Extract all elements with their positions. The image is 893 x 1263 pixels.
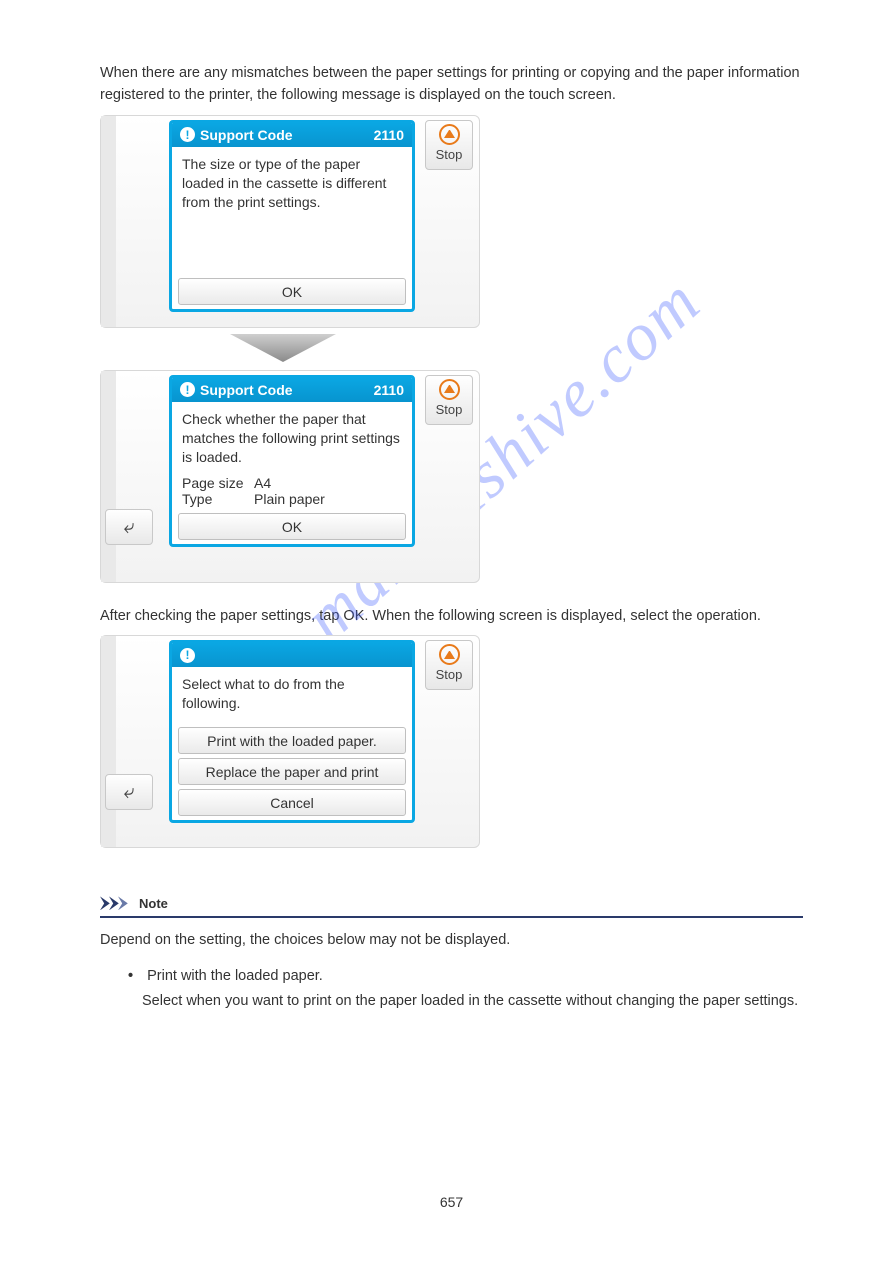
option-heading-text: Print with the loaded paper. bbox=[147, 968, 323, 984]
alert-icon: ! bbox=[180, 127, 195, 142]
intro-text: When there are any mismatches between th… bbox=[100, 62, 803, 107]
stop-label: Stop bbox=[436, 402, 463, 417]
alert-icon: ! bbox=[180, 648, 195, 663]
modal-title-text: Support Code bbox=[200, 378, 293, 402]
stop-icon bbox=[439, 124, 460, 145]
screen-left-band bbox=[101, 116, 116, 327]
down-arrow-icon bbox=[230, 334, 350, 364]
back-button[interactable]: ⤶ bbox=[105, 774, 153, 810]
stop-label: Stop bbox=[436, 667, 463, 682]
option-cancel[interactable]: Cancel bbox=[178, 789, 406, 816]
modal-panel: ! Support Code 2110 Check whether the pa… bbox=[169, 375, 415, 547]
info-row: Page size A4 bbox=[182, 475, 402, 491]
ok-button[interactable]: OK bbox=[178, 278, 406, 305]
screen-left-band bbox=[101, 371, 116, 582]
modal-message: Check whether the paper that matches the… bbox=[172, 402, 412, 473]
printer-screen-1: ! Support Code 2110 The size or type of … bbox=[100, 115, 480, 328]
info-value: Plain paper bbox=[254, 491, 325, 507]
ok-button[interactable]: OK bbox=[178, 513, 406, 540]
screen-left-band bbox=[101, 636, 116, 847]
note-label: Note bbox=[139, 896, 168, 911]
back-button[interactable]: ⤶ bbox=[105, 509, 153, 545]
option-description: Select when you want to print on the pap… bbox=[142, 990, 803, 1013]
info-value: A4 bbox=[254, 475, 271, 491]
note-rule bbox=[100, 916, 803, 918]
stop-label: Stop bbox=[436, 147, 463, 162]
modal-title-text: Support Code bbox=[200, 123, 293, 147]
modal-message: Select what to do from the following. bbox=[172, 667, 412, 719]
mid-instruction: After checking the paper settings, tap O… bbox=[100, 605, 803, 627]
bullet-icon: • bbox=[128, 968, 133, 984]
support-code: 2110 bbox=[374, 123, 404, 147]
stop-icon bbox=[439, 379, 460, 400]
info-row: Type Plain paper bbox=[182, 491, 402, 507]
modal-title-bar: ! bbox=[172, 643, 412, 667]
info-key: Type bbox=[182, 491, 254, 507]
note-block: Note Depend on the setting, the choices … bbox=[100, 894, 803, 948]
printer-screen-3: ! Select what to do from the following. … bbox=[100, 635, 480, 848]
option-heading: • Print with the loaded paper. bbox=[128, 968, 803, 984]
stop-button[interactable]: Stop bbox=[425, 120, 473, 170]
option-replace-print[interactable]: Replace the paper and print bbox=[178, 758, 406, 785]
stop-icon bbox=[439, 644, 460, 665]
modal-title-bar: ! Support Code 2110 bbox=[172, 123, 412, 147]
page-number: 657 bbox=[100, 1194, 803, 1210]
modal-panel: ! Select what to do from the following. … bbox=[169, 640, 415, 823]
note-chevrons-icon: Note bbox=[100, 894, 803, 912]
option-print-loaded[interactable]: Print with the loaded paper. bbox=[178, 727, 406, 754]
modal-info-block: Page size A4 Type Plain paper bbox=[172, 473, 412, 513]
stop-button[interactable]: Stop bbox=[425, 375, 473, 425]
printer-screen-2: ! Support Code 2110 Check whether the pa… bbox=[100, 370, 480, 583]
modal-panel: ! Support Code 2110 The size or type of … bbox=[169, 120, 415, 312]
stop-button[interactable]: Stop bbox=[425, 640, 473, 690]
modal-message: The size or type of the paper loaded in … bbox=[172, 147, 412, 218]
modal-title-bar: ! Support Code 2110 bbox=[172, 378, 412, 402]
support-code: 2110 bbox=[374, 378, 404, 402]
note-body: Depend on the setting, the choices below… bbox=[100, 932, 803, 948]
alert-icon: ! bbox=[180, 382, 195, 397]
info-key: Page size bbox=[182, 475, 254, 491]
